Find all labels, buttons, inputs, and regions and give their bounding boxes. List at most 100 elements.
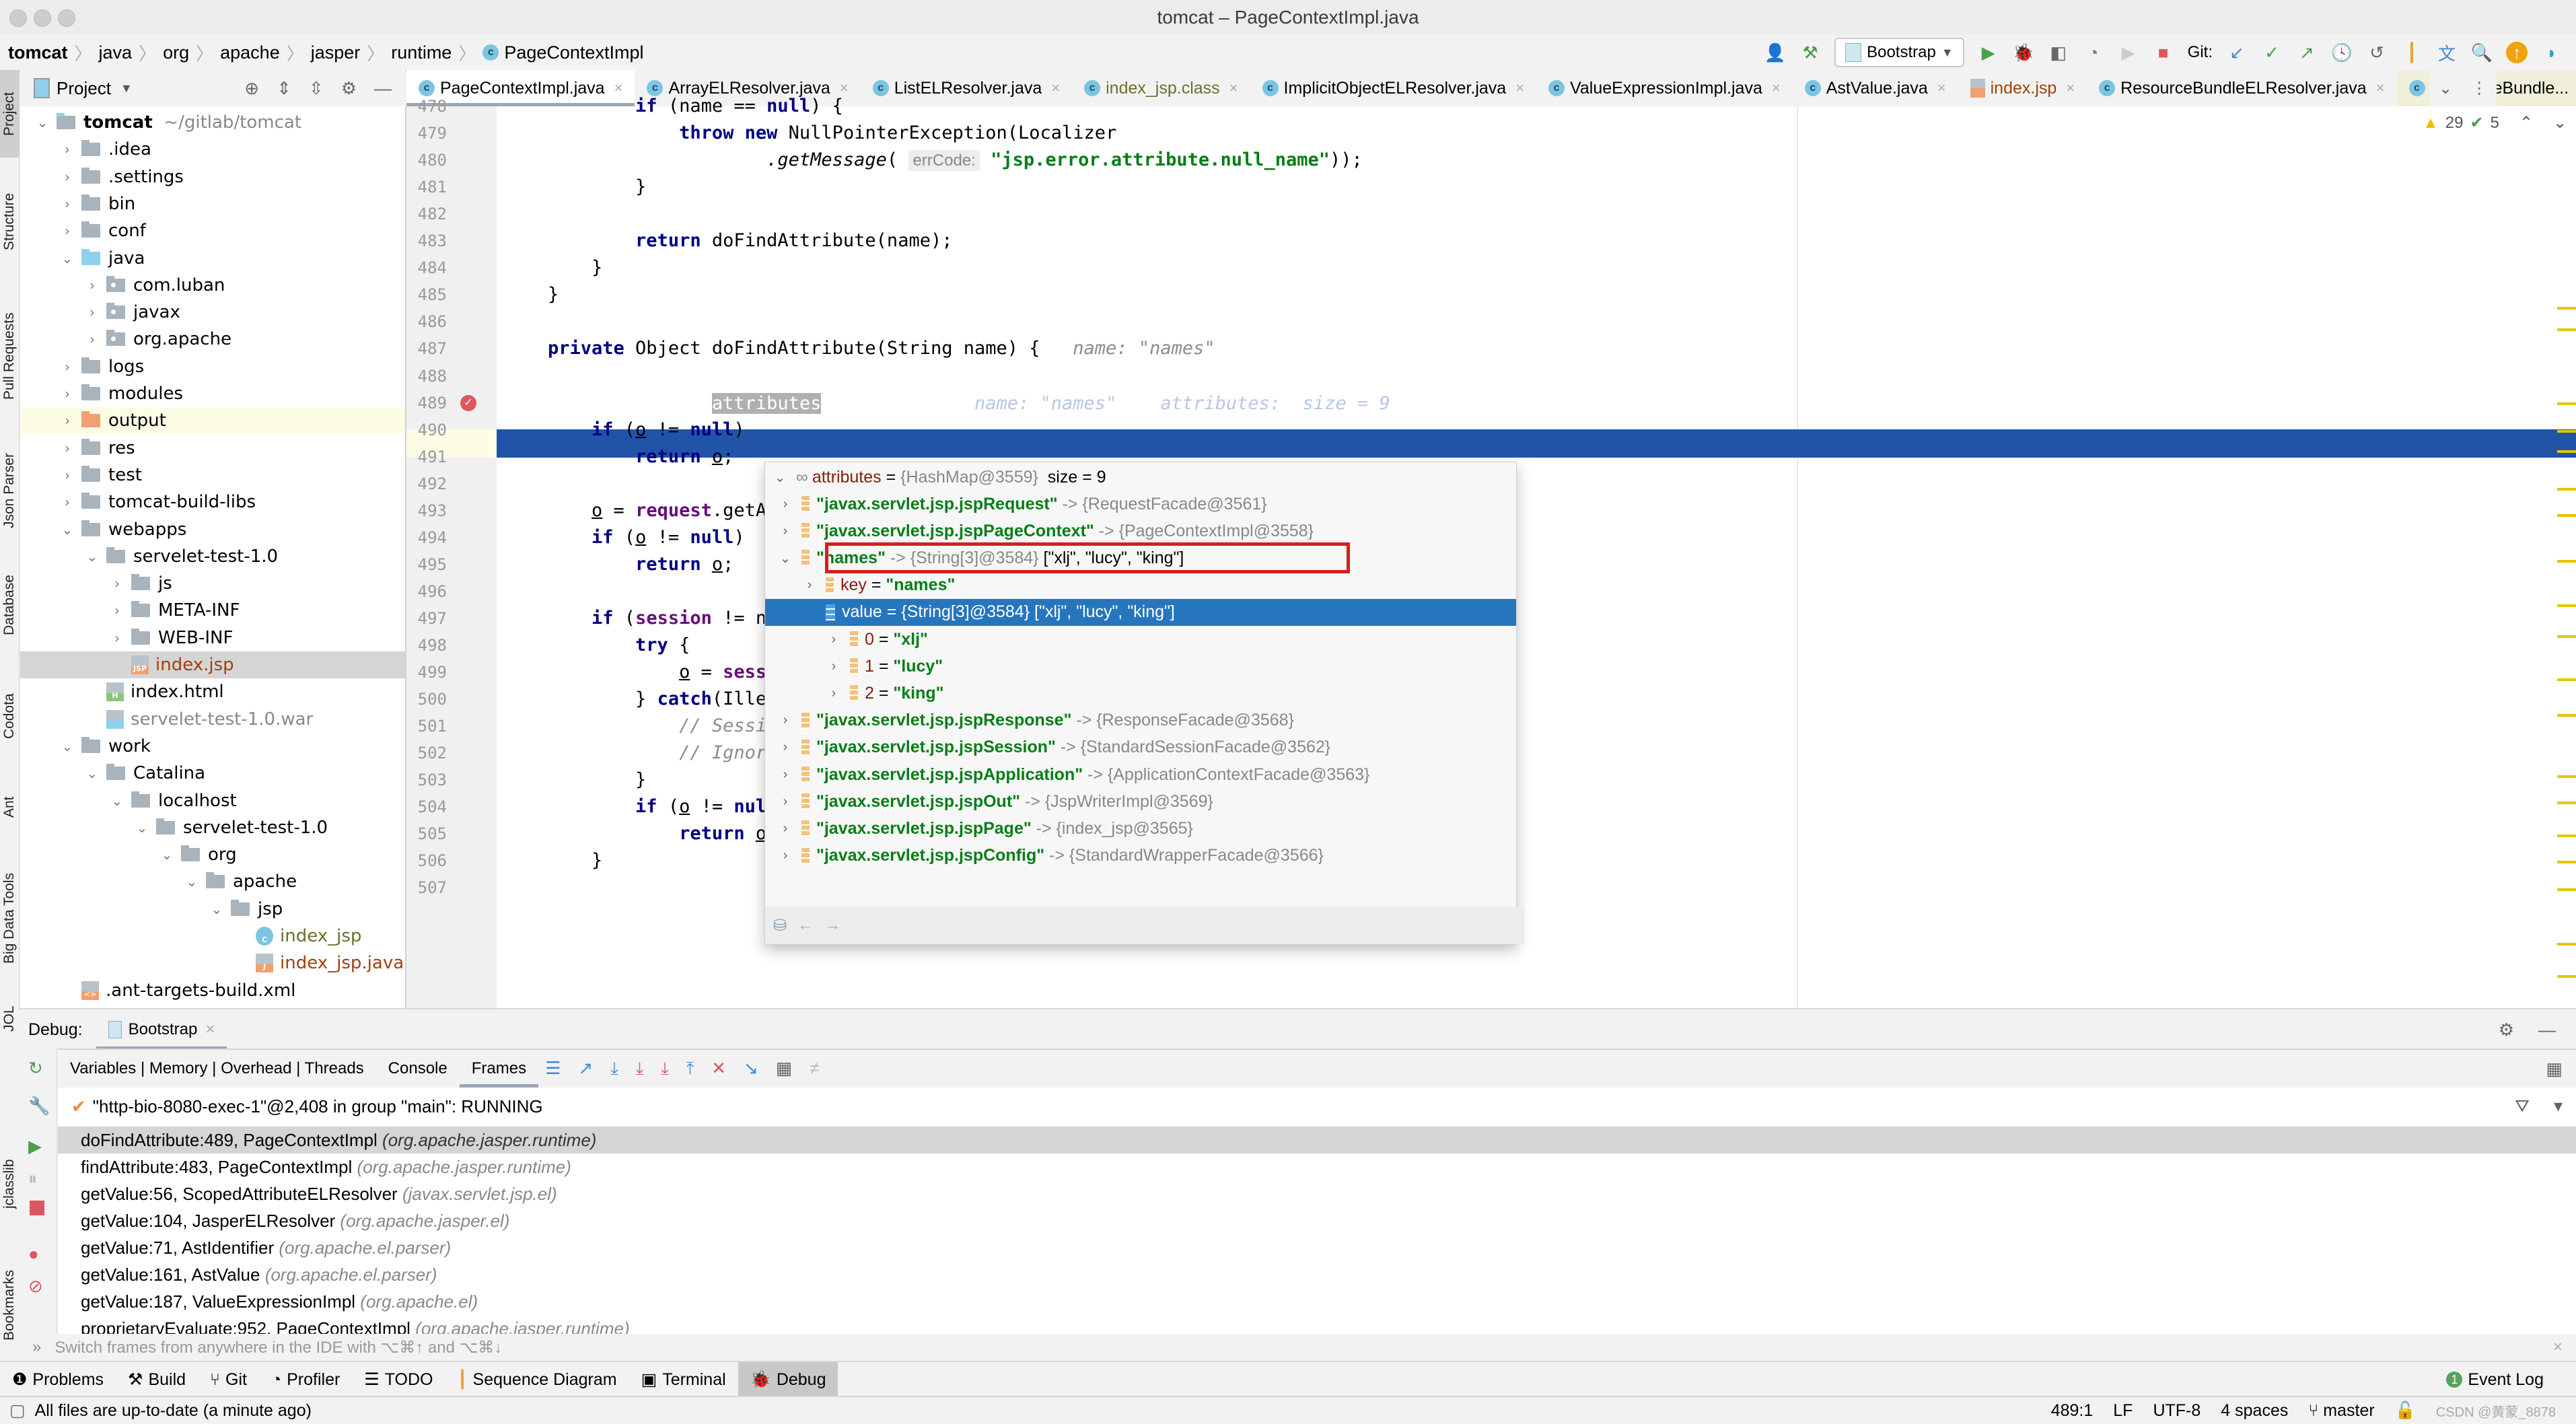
popup-row[interactable]: ›key = "names" [765,572,1516,599]
code-line[interactable]: if (o != null) [497,417,745,443]
chevron-right-icon[interactable]: › [60,223,75,239]
code-line[interactable]: if (name == null) { [497,93,843,120]
code-line[interactable]: } [497,281,559,308]
line-number[interactable]: 501 [406,713,447,740]
collapse-all-icon[interactable]: ⇳ [309,78,324,99]
line-number[interactable]: 506 [406,847,447,874]
chevron-down-icon[interactable]: ⌄ [209,901,224,917]
line-number[interactable]: 480 [406,147,447,174]
code-line[interactable]: } [497,174,646,201]
line-number[interactable]: 485 [406,281,447,308]
chevron-right-icon[interactable]: › [779,767,792,783]
stack-frame[interactable]: getValue:71, AstIdentifier (org.apache.e… [58,1234,2576,1261]
chevron-right-icon[interactable]: › [779,740,792,755]
mute-breakpoints-icon[interactable]: ⊘ [28,1276,43,1297]
tool-window-json-parser[interactable]: Json Parser [0,437,19,544]
layout-icon[interactable]: ☰ [545,1058,561,1079]
chevron-down-icon[interactable]: ⌄ [773,469,787,486]
breadcrumb-item[interactable]: tomcat [8,35,68,70]
code-line[interactable]: if (o != null) [497,524,745,551]
error-stripe-mark[interactable] [2557,514,2576,517]
tree-item[interactable]: ›.idea [20,136,405,163]
tool-window-pull-requests[interactable]: Pull Requests [0,292,19,420]
chevron-right-icon[interactable]: › [827,659,840,674]
close-tab-icon[interactable]: × [1051,79,1060,97]
tool-window-jclasslib[interactable]: jclasslib [0,1127,19,1241]
code-line[interactable] [497,363,548,390]
line-number[interactable]: 493 [406,497,447,524]
stack-frame[interactable]: getValue:187, ValueExpressionImpl (org.a… [58,1288,2576,1315]
tree-item[interactable]: ›org.apache [20,326,405,353]
force-step-into-icon[interactable]: ⤓ [661,1058,669,1079]
expand-all-icon[interactable]: ⇕ [277,78,291,99]
tree-item[interactable]: ›conf [20,217,405,244]
tree-item[interactable]: ⌄work [20,733,405,760]
tree-item[interactable]: ›META-INF [20,597,405,624]
tree-item[interactable]: ⌄apache [20,868,405,895]
add-to-watches-icon[interactable]: ⛁ [773,916,787,935]
tab-variables-memory-overhead-threads[interactable]: Variables | Memory | Overhead | Threads [58,1050,376,1088]
close-tab-icon[interactable]: × [1229,79,1238,97]
tree-item[interactable]: ⌄org [20,841,405,868]
code-line[interactable]: return doFindAttribute(name); [497,227,952,254]
chevron-down-icon[interactable]: ⌄ [184,874,199,890]
resume-program-icon[interactable]: ▶ [28,1136,42,1157]
popup-row[interactable]: ›"javax.servlet.jsp.jspRequest" -> {Requ… [765,491,1516,518]
error-stripe-mark[interactable] [2557,560,2576,563]
next-highlight-icon[interactable]: ⌄ [2553,113,2567,133]
tree-item[interactable]: ›js [20,570,405,597]
tree-item[interactable]: ⌄java [20,245,405,272]
line-number[interactable]: 488 [406,363,447,390]
tree-item[interactable]: ⌄servelet-test-1.0 [20,814,405,841]
tree-item[interactable]: ›com.luban [20,272,405,299]
code-line[interactable] [497,308,548,335]
gear-icon[interactable]: ⚙ [2499,1020,2514,1040]
tool-window-project[interactable]: Project [0,70,19,157]
popup-row[interactable]: ›"javax.servlet.jsp.jspSession" -> {Stan… [765,734,1516,761]
rollback-icon[interactable]: ↺ [2366,42,2388,63]
stack-frame[interactable]: getValue:161, AstValue (org.apache.el.pa… [58,1261,2576,1288]
run-to-cursor-icon[interactable]: ↘ [744,1058,758,1079]
tab-terminal[interactable]: ▣Terminal [629,1362,738,1397]
user-icon[interactable]: 👤 [1764,42,1786,63]
update-icon[interactable]: ↑ [2506,42,2528,63]
code-line[interactable]: // Sessi [497,713,766,740]
tree-item[interactable]: Cindex_jsp [20,923,405,950]
line-number[interactable]: 492 [406,470,447,497]
breadcrumb-item[interactable]: apache [220,35,280,70]
line-number[interactable]: 479 [406,120,447,147]
step-over-icon[interactable]: ⤓ [610,1058,618,1079]
line-number[interactable]: 498 [406,632,447,659]
chevron-down-icon[interactable]: ⌄ [35,114,50,131]
tab-todo[interactable]: ☰TODO [352,1362,445,1397]
line-number[interactable]: 486 [406,308,447,335]
editor-tab[interactable]: cValueExpressionImpl.java× [1536,70,1793,106]
plugin-icon[interactable]: ◗ [2541,42,2563,63]
chevron-down-icon[interactable]: ⌄ [135,820,149,836]
line-number[interactable]: 497 [406,605,447,632]
drop-frame-icon[interactable]: ✕ [711,1058,726,1079]
stack-frame[interactable]: getValue:104, JasperELResolver (org.apac… [58,1207,2576,1234]
tree-item[interactable]: Jindex_jsp.java [20,950,405,976]
error-stripe-mark[interactable] [2557,635,2576,638]
code-line[interactable]: .getMessage( errCode: "jsp.error.attribu… [497,147,1363,174]
error-stripe-mark[interactable] [2557,802,2576,804]
code-line[interactable]: // Ignor [497,740,766,767]
line-number[interactable]: 503 [406,767,447,793]
close-icon[interactable]: × [2553,1338,2563,1357]
tree-item[interactable]: ›logs [20,353,405,380]
line-number[interactable]: 487 [406,335,447,362]
code-line[interactable] [497,470,548,497]
breadcrumb-item[interactable]: jasper [311,35,361,70]
code-line[interactable]: } [497,767,646,793]
editor-tab[interactable]: cindex_jsp.class× [1072,70,1250,106]
code-line[interactable]: Object o = attributes.get(name); name: "… [497,390,1390,417]
git-commit-icon[interactable]: ✓ [2261,42,2283,63]
forward-arrow-icon[interactable]: → [824,916,840,935]
chevron-right-icon[interactable]: › [85,331,100,347]
tree-item[interactable]: ›.settings [20,164,405,190]
tab-console[interactable]: Console [376,1050,460,1088]
chevron-down-icon[interactable]: ▼ [120,81,133,96]
code-line[interactable]: if (session != n [497,605,766,632]
thread-selector[interactable]: ✔ "http-bio-8080-exec-1"@2,408 in group … [58,1088,2576,1126]
